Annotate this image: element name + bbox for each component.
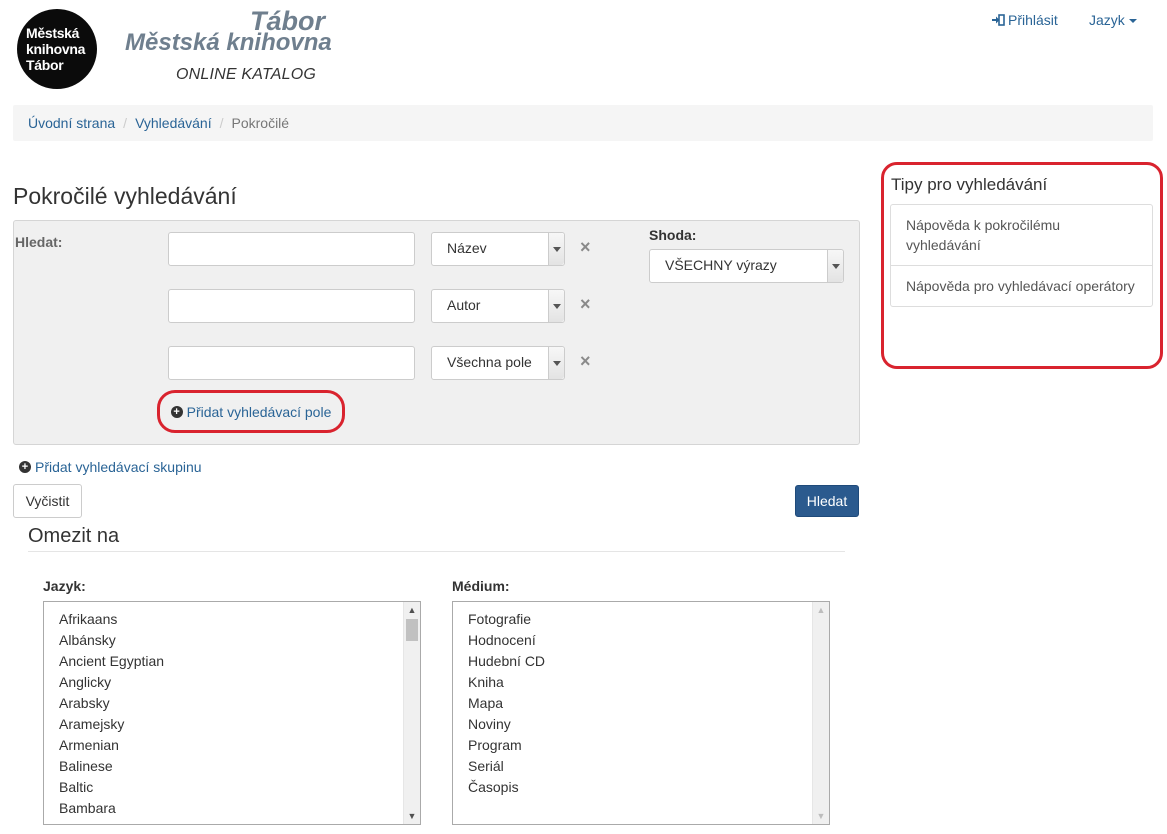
tip-advanced-search-help[interactable]: Nápověda k pokročilému vyhledávání bbox=[891, 205, 1152, 265]
medium-filter-label: Médium: bbox=[452, 578, 510, 594]
brand-subtitle: ONLINE KATALOG bbox=[176, 66, 317, 83]
language-options: Afrikaans Albánsky Ancient Egyptian Anglick… bbox=[44, 602, 420, 824]
chevron-down-icon bbox=[827, 250, 843, 282]
search-field-select-2[interactable]: Autor bbox=[431, 289, 565, 323]
breadcrumb-home[interactable]: Úvodní strana bbox=[28, 115, 115, 131]
language-option[interactable]: Albánsky bbox=[59, 630, 420, 651]
medium-option[interactable]: Seriál bbox=[468, 756, 829, 777]
login-link[interactable]: Přihlásit bbox=[992, 12, 1058, 29]
language-option[interactable]: Afrikaans bbox=[59, 609, 420, 630]
clear-button[interactable]: Vyčistit bbox=[13, 484, 82, 518]
language-label: Jazyk bbox=[1089, 12, 1125, 28]
remove-field-icon[interactable]: × bbox=[580, 238, 591, 256]
language-option[interactable]: Arabsky bbox=[59, 693, 420, 714]
logo-line: Městská bbox=[26, 25, 80, 41]
search-field-value: Autor bbox=[447, 297, 481, 313]
add-group-label: Přidat vyhledávací skupinu bbox=[35, 459, 202, 475]
match-select[interactable]: VŠECHNY výrazy bbox=[649, 249, 844, 283]
language-option[interactable]: Armenian bbox=[59, 735, 420, 756]
search-term-input-2[interactable] bbox=[168, 289, 415, 323]
scroll-down-icon[interactable]: ▼ bbox=[404, 808, 420, 824]
breadcrumb-separator: / bbox=[219, 115, 224, 131]
language-option[interactable]: Baskicky bbox=[59, 819, 420, 824]
language-option[interactable]: Bambara bbox=[59, 798, 420, 819]
chevron-down-icon bbox=[548, 233, 564, 265]
search-group-panel: Hledat: Název × Autor × Všechna pole × S… bbox=[13, 220, 860, 445]
search-button[interactable]: Hledat bbox=[795, 485, 859, 517]
breadcrumb-current: Pokročilé bbox=[231, 115, 290, 131]
medium-listbox[interactable]: Fotografie Hodnocení Hudební CD Kniha Mapa No… bbox=[452, 601, 830, 825]
logo-line: Tábor bbox=[26, 57, 64, 73]
plus-circle-icon: + bbox=[19, 461, 31, 473]
medium-option[interactable]: Kniha bbox=[468, 672, 829, 693]
caret-down-icon bbox=[1128, 19, 1137, 24]
breadcrumb-search[interactable]: Vyhledávání bbox=[135, 115, 212, 131]
add-field-label: Přidat vyhledávací pole bbox=[186, 403, 332, 420]
add-search-field-link[interactable]: + Přidat vyhledávací pole bbox=[157, 390, 345, 433]
tips-title: Tipy pro vyhledávání bbox=[891, 175, 1048, 194]
chevron-down-icon bbox=[548, 347, 564, 379]
brand-name: Městská knihovna bbox=[125, 29, 332, 56]
search-label: Hledat: bbox=[15, 234, 63, 250]
match-value: VŠECHNY výrazy bbox=[665, 257, 777, 273]
search-term-input-1[interactable] bbox=[168, 232, 415, 266]
language-option[interactable]: Aramejsky bbox=[59, 714, 420, 735]
medium-option[interactable]: Hodnocení bbox=[468, 630, 829, 651]
page-title: Pokročilé vyhledávání bbox=[13, 183, 237, 209]
language-option[interactable]: Baltic bbox=[59, 777, 420, 798]
language-option[interactable]: Ancient Egyptian bbox=[59, 651, 420, 672]
listbox-scrollbar[interactable]: ▲ ▼ bbox=[403, 602, 420, 824]
listbox-scrollbar[interactable]: ▲ ▼ bbox=[812, 602, 829, 824]
search-field-value: Název bbox=[447, 240, 487, 256]
scroll-up-icon[interactable]: ▲ bbox=[813, 602, 829, 618]
scroll-thumb[interactable] bbox=[406, 619, 418, 641]
library-logo[interactable]: Městská knihovna Tábor bbox=[17, 9, 97, 89]
medium-option[interactable]: Program bbox=[468, 735, 829, 756]
medium-option[interactable]: Hudební CD bbox=[468, 651, 829, 672]
language-listbox[interactable]: Afrikaans Albánsky Ancient Egyptian Anglick… bbox=[43, 601, 421, 825]
divider bbox=[28, 551, 845, 552]
scroll-down-icon[interactable]: ▼ bbox=[813, 808, 829, 824]
remove-field-icon[interactable]: × bbox=[580, 295, 591, 313]
medium-option[interactable]: Mapa bbox=[468, 693, 829, 714]
sign-in-icon bbox=[992, 13, 1005, 29]
plus-circle-icon: + bbox=[170, 405, 183, 418]
medium-option[interactable]: Noviny bbox=[468, 714, 829, 735]
language-option[interactable]: Balinese bbox=[59, 756, 420, 777]
logo-line: knihovna bbox=[26, 41, 86, 57]
medium-option[interactable]: Časopis bbox=[468, 777, 829, 798]
tip-search-operators-help[interactable]: Nápověda pro vyhledávací operátory bbox=[891, 265, 1152, 306]
remove-field-icon[interactable]: × bbox=[580, 352, 591, 370]
language-dropdown[interactable]: Jazyk bbox=[1089, 12, 1137, 28]
search-field-select-1[interactable]: Název bbox=[431, 232, 565, 266]
add-search-group-link[interactable]: + Přidat vyhledávací skupinu bbox=[19, 459, 202, 475]
scroll-up-icon[interactable]: ▲ bbox=[404, 602, 420, 618]
match-label: Shoda: bbox=[649, 227, 697, 243]
chevron-down-icon bbox=[548, 290, 564, 322]
search-field-value: Všechna pole bbox=[447, 354, 532, 370]
language-filter-label: Jazyk: bbox=[43, 578, 86, 594]
language-option[interactable]: Anglicky bbox=[59, 672, 420, 693]
search-field-select-3[interactable]: Všechna pole bbox=[431, 346, 565, 380]
medium-option[interactable]: Fotografie bbox=[468, 609, 829, 630]
search-term-input-3[interactable] bbox=[168, 346, 415, 380]
breadcrumb-separator: / bbox=[123, 115, 128, 131]
limit-section-title: Omezit na bbox=[28, 525, 120, 547]
medium-options: Fotografie Hodnocení Hudební CD Kniha Mapa No… bbox=[453, 602, 829, 798]
breadcrumb: Úvodní strana / Vyhledávání / Pokročilé bbox=[13, 105, 1153, 141]
tips-list: Nápověda k pokročilému vyhledávání Nápov… bbox=[890, 204, 1153, 307]
login-label: Přihlásit bbox=[1008, 12, 1058, 28]
